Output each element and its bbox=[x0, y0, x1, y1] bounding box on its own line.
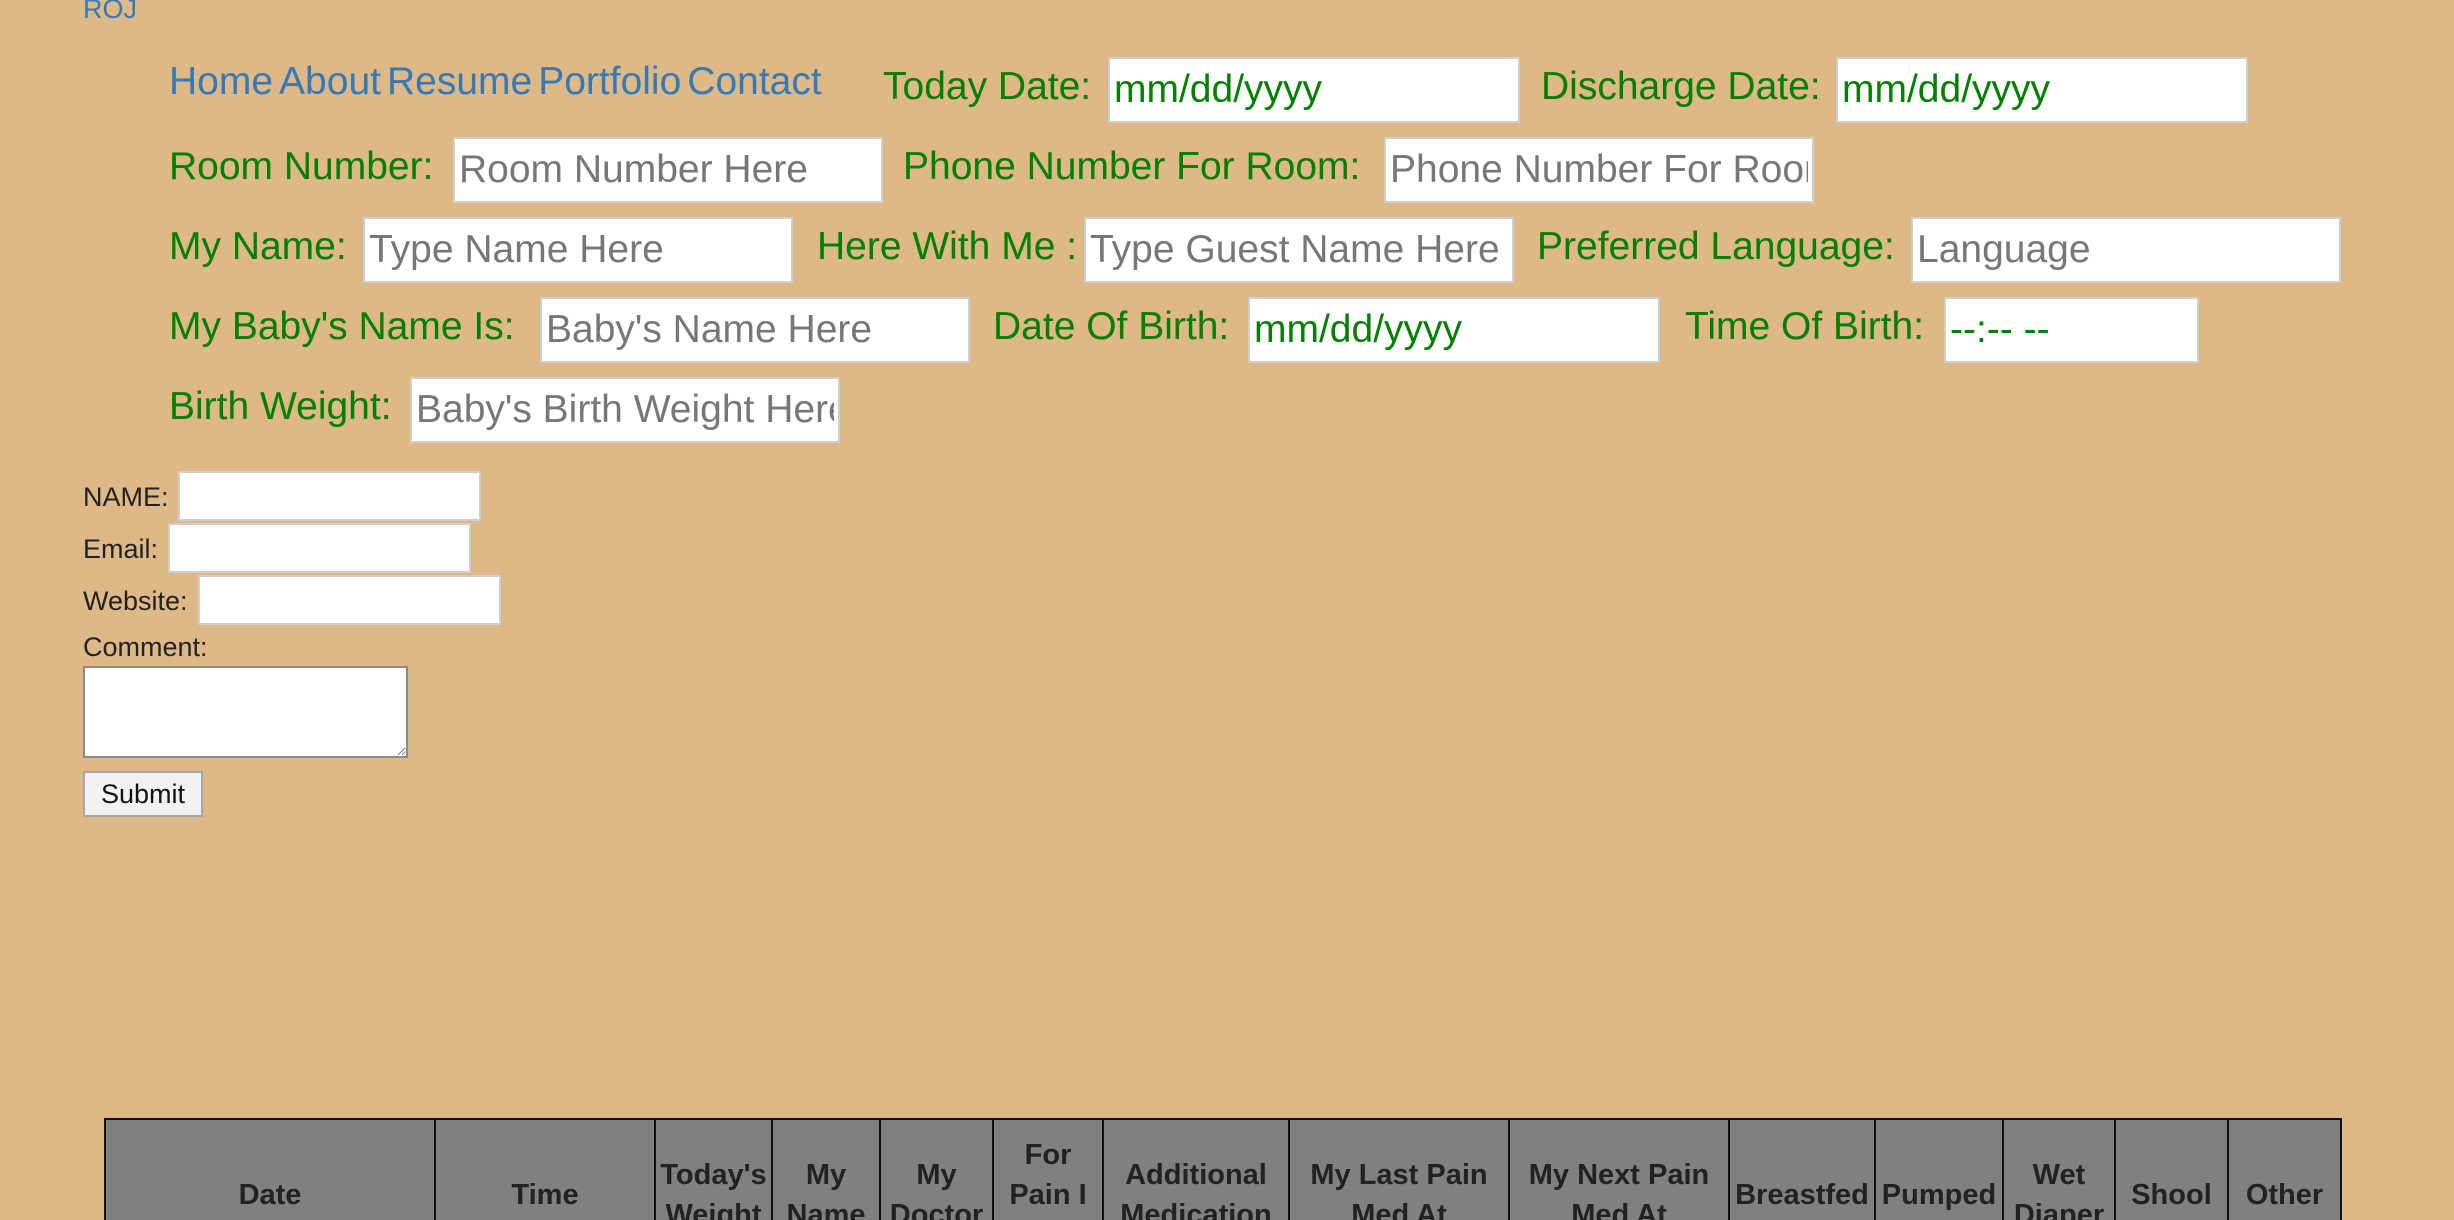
discharge-date-label: Discharge Date: bbox=[1541, 65, 1821, 108]
col-header-for-pain: For Pain I Am bbox=[992, 1118, 1104, 1220]
nav-contact-link[interactable]: Contact bbox=[687, 60, 821, 103]
nav-about-link[interactable]: About bbox=[279, 60, 381, 103]
comment-textarea[interactable] bbox=[83, 666, 408, 758]
room-number-input[interactable] bbox=[453, 137, 883, 203]
col-header-wet-diaper: Wet Diaper bbox=[2002, 1118, 2116, 1220]
language-label: Preferred Language: bbox=[1537, 225, 1895, 268]
guest-input[interactable] bbox=[1084, 217, 1514, 283]
col-header-shool: Shool bbox=[2114, 1118, 2229, 1220]
email-label: Email: bbox=[83, 534, 159, 564]
room-phone-label: Phone Number For Room: bbox=[903, 145, 1361, 188]
col-header-date: Date bbox=[104, 1118, 436, 1220]
name-input[interactable] bbox=[178, 471, 481, 521]
col-header-other: Other bbox=[2227, 1118, 2342, 1220]
nav-home-link[interactable]: Home bbox=[169, 60, 273, 103]
discharge-date-field[interactable] bbox=[1836, 57, 2248, 123]
col-header-pumped: Pumped bbox=[1874, 1118, 2004, 1220]
today-date-field[interactable] bbox=[1108, 57, 1520, 123]
col-header-my-name: My Name bbox=[771, 1118, 881, 1220]
col-header-last-pain-med: My Last Pain Med At bbox=[1288, 1118, 1510, 1220]
col-header-breastfed: Breastfed bbox=[1728, 1118, 1876, 1220]
col-header-next-pain-med: My Next Pain Med At bbox=[1508, 1118, 1730, 1220]
comment-label: Comment: bbox=[83, 632, 208, 662]
name-label: NAME: bbox=[83, 482, 169, 512]
col-header-todays-weight: Today's Weight bbox=[654, 1118, 773, 1220]
table-header-row: Date Time Today's Weight My Name My Doct… bbox=[104, 1118, 2342, 1220]
birth-weight-input[interactable] bbox=[410, 377, 840, 443]
email-input[interactable] bbox=[168, 523, 471, 573]
today-date-label: Today Date: bbox=[883, 65, 1092, 108]
website-input[interactable] bbox=[198, 575, 501, 625]
nav-resume-link[interactable]: Resume bbox=[387, 60, 532, 103]
main-nav: Home About Resume Portfolio Contact bbox=[169, 60, 828, 104]
dob-field[interactable] bbox=[1248, 297, 1660, 363]
my-name-label: My Name: bbox=[169, 225, 347, 268]
language-input[interactable] bbox=[1911, 217, 2341, 283]
my-name-input[interactable] bbox=[363, 217, 793, 283]
baby-name-label: My Baby's Name Is: bbox=[169, 305, 515, 348]
guest-label: Here With Me : bbox=[817, 225, 1078, 268]
tob-field[interactable] bbox=[1944, 297, 2199, 363]
col-header-additional-medication: Additional Medication bbox=[1102, 1118, 1290, 1220]
baby-name-input[interactable] bbox=[540, 297, 970, 363]
tracking-table: Date Time Today's Weight My Name My Doct… bbox=[104, 1118, 2342, 1220]
col-header-time: Time bbox=[434, 1118, 656, 1220]
website-label: Website: bbox=[83, 586, 188, 616]
dob-label: Date Of Birth: bbox=[993, 305, 1230, 348]
birth-weight-label: Birth Weight: bbox=[169, 385, 392, 428]
room-number-label: Room Number: bbox=[169, 145, 434, 188]
col-header-my-doctor: My Doctor bbox=[879, 1118, 994, 1220]
brand-link[interactable]: ROJ bbox=[83, 0, 137, 25]
room-phone-input[interactable] bbox=[1384, 137, 1814, 203]
submit-button[interactable]: Submit bbox=[83, 771, 203, 817]
nav-portfolio-link[interactable]: Portfolio bbox=[538, 60, 681, 103]
tracking-table-wrapper: Date Time Today's Weight My Name My Doct… bbox=[104, 1118, 2342, 1220]
tob-label: Time Of Birth: bbox=[1685, 305, 1925, 348]
